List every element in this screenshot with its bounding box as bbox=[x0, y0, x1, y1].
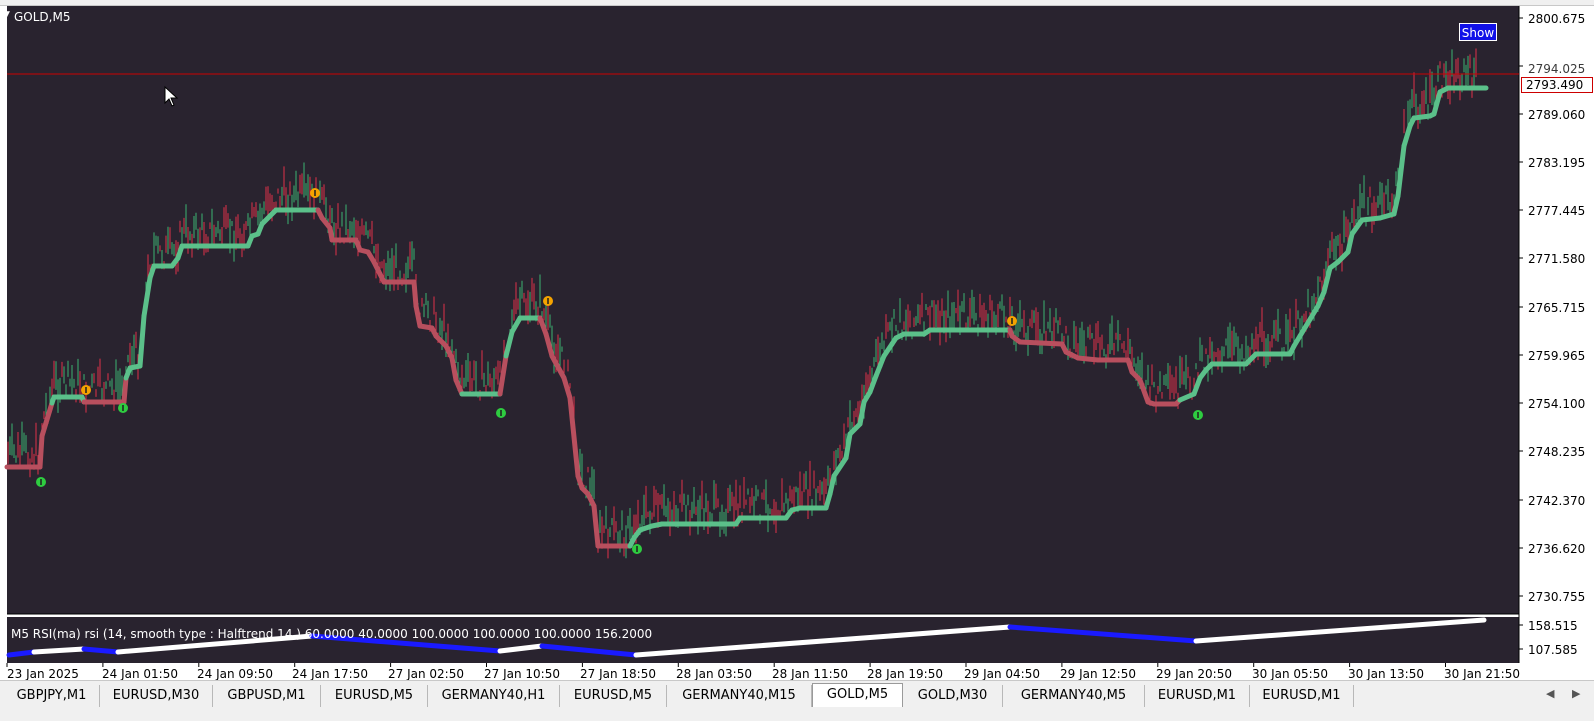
time-axis-label: 29 Jan 04:50 bbox=[964, 667, 1040, 681]
time-axis-label: 29 Jan 12:50 bbox=[1060, 667, 1136, 681]
chart-tab[interactable]: EURUSD,M5 bbox=[560, 685, 667, 707]
price-axis-label: 2783.195 bbox=[1528, 156, 1586, 170]
time-axis-label: 24 Jan 01:50 bbox=[102, 667, 178, 681]
chart-tab[interactable]: GOLD,M30 bbox=[903, 685, 1003, 707]
chart-tab[interactable]: GERMANY40,M5 bbox=[1003, 685, 1145, 707]
price-axis-label: 2777.445 bbox=[1528, 204, 1586, 218]
price-axis-label-hidden: 2794.025 bbox=[1528, 62, 1586, 76]
rsi-axis-label: 158.515 bbox=[1528, 619, 1578, 633]
price-axis-label: 2742.370 bbox=[1528, 494, 1586, 508]
main-chart-background bbox=[7, 6, 1519, 614]
chart-tab[interactable]: EURUSD,M1 bbox=[1250, 685, 1354, 707]
chart-tab[interactable]: GERMANY40,M15 bbox=[667, 685, 812, 707]
time-axis-label: 30 Jan 05:50 bbox=[1252, 667, 1328, 681]
time-axis-label: 29 Jan 20:50 bbox=[1156, 667, 1232, 681]
chart-tab[interactable]: EURUSD,M1 bbox=[1145, 685, 1250, 707]
show-button[interactable]: Show bbox=[1459, 23, 1497, 41]
time-axis-label: 30 Jan 21:50 bbox=[1444, 667, 1520, 681]
price-axis-label: 2765.715 bbox=[1528, 301, 1586, 315]
halftrend-segment bbox=[121, 375, 129, 405]
price-axis-label: 2730.755 bbox=[1528, 590, 1586, 604]
time-axis-label: 30 Jan 13:50 bbox=[1348, 667, 1424, 681]
price-axis-label: 2789.060 bbox=[1528, 108, 1586, 122]
tabs-scroll-left-icon[interactable]: ◀ bbox=[1546, 687, 1554, 700]
price-axis-label: 2759.965 bbox=[1528, 349, 1586, 363]
time-axis-label: 28 Jan 11:50 bbox=[772, 667, 848, 681]
price-axis-label: 2771.580 bbox=[1528, 252, 1586, 266]
price-axis-label: 2800.675 bbox=[1528, 12, 1586, 26]
price-axis-label: 2736.620 bbox=[1528, 542, 1586, 556]
time-axis-label: 27 Jan 02:50 bbox=[388, 667, 464, 681]
price-axis-label: 2754.100 bbox=[1528, 397, 1586, 411]
current-price-label: 2793.490 bbox=[1521, 77, 1593, 93]
rsi-segment bbox=[31, 646, 87, 655]
time-axis-label: 27 Jan 10:50 bbox=[484, 667, 560, 681]
halftrend-segment bbox=[1075, 355, 1101, 363]
time-axis-label: 24 Jan 17:50 bbox=[292, 667, 368, 681]
time-axis-label: 23 Jan 2025 bbox=[7, 667, 79, 681]
chart-tab[interactable]: GERMANY40,H1 bbox=[428, 685, 560, 707]
chart-tab[interactable]: EURUSD,M30 bbox=[100, 685, 213, 707]
halftrend-segment bbox=[37, 433, 45, 470]
halftrend-segment bbox=[1359, 215, 1383, 223]
tabs-scroll-right-icon[interactable]: ▶ bbox=[1572, 687, 1580, 700]
price-axis-ticks bbox=[1519, 17, 1523, 650]
chart-tab[interactable]: GBPJPY,M1 bbox=[4, 685, 100, 707]
chart-window[interactable]: ▼ GOLD,M5 Show 2800.675 2794.025 2793.49… bbox=[0, 6, 1594, 681]
time-axis-label: 28 Jan 19:50 bbox=[867, 667, 943, 681]
chart-tab-active[interactable]: GOLD,M5 bbox=[812, 683, 903, 707]
chart-tab[interactable]: GBPUSD,M1 bbox=[213, 685, 321, 707]
rsi-axis-label: 107.585 bbox=[1528, 643, 1578, 657]
rsi-indicator-caption: M5 RSI(ma) rsi (14, smooth type : Halftr… bbox=[11, 627, 653, 641]
time-axis-label: 24 Jan 09:50 bbox=[197, 667, 273, 681]
rsi-segment bbox=[81, 646, 121, 655]
halftrend-segment bbox=[1017, 339, 1065, 347]
chart-tab[interactable]: EURUSD,M5 bbox=[321, 685, 428, 707]
chart-canvas[interactable] bbox=[0, 6, 1594, 680]
time-axis-label: 27 Jan 18:50 bbox=[580, 667, 656, 681]
chart-symbol-label: GOLD,M5 bbox=[14, 10, 71, 24]
rsi-segment bbox=[6, 649, 37, 658]
price-axis-label: 2748.235 bbox=[1528, 445, 1586, 459]
halftrend-segment bbox=[411, 279, 419, 309]
chart-tab-bar: GBPJPY,M1 EURUSD,M30 GBPUSD,M1 EURUSD,M5… bbox=[0, 680, 1594, 721]
time-axis-label: 28 Jan 03:50 bbox=[676, 667, 752, 681]
symbol-dropdown-icon[interactable]: ▼ bbox=[3, 10, 10, 20]
